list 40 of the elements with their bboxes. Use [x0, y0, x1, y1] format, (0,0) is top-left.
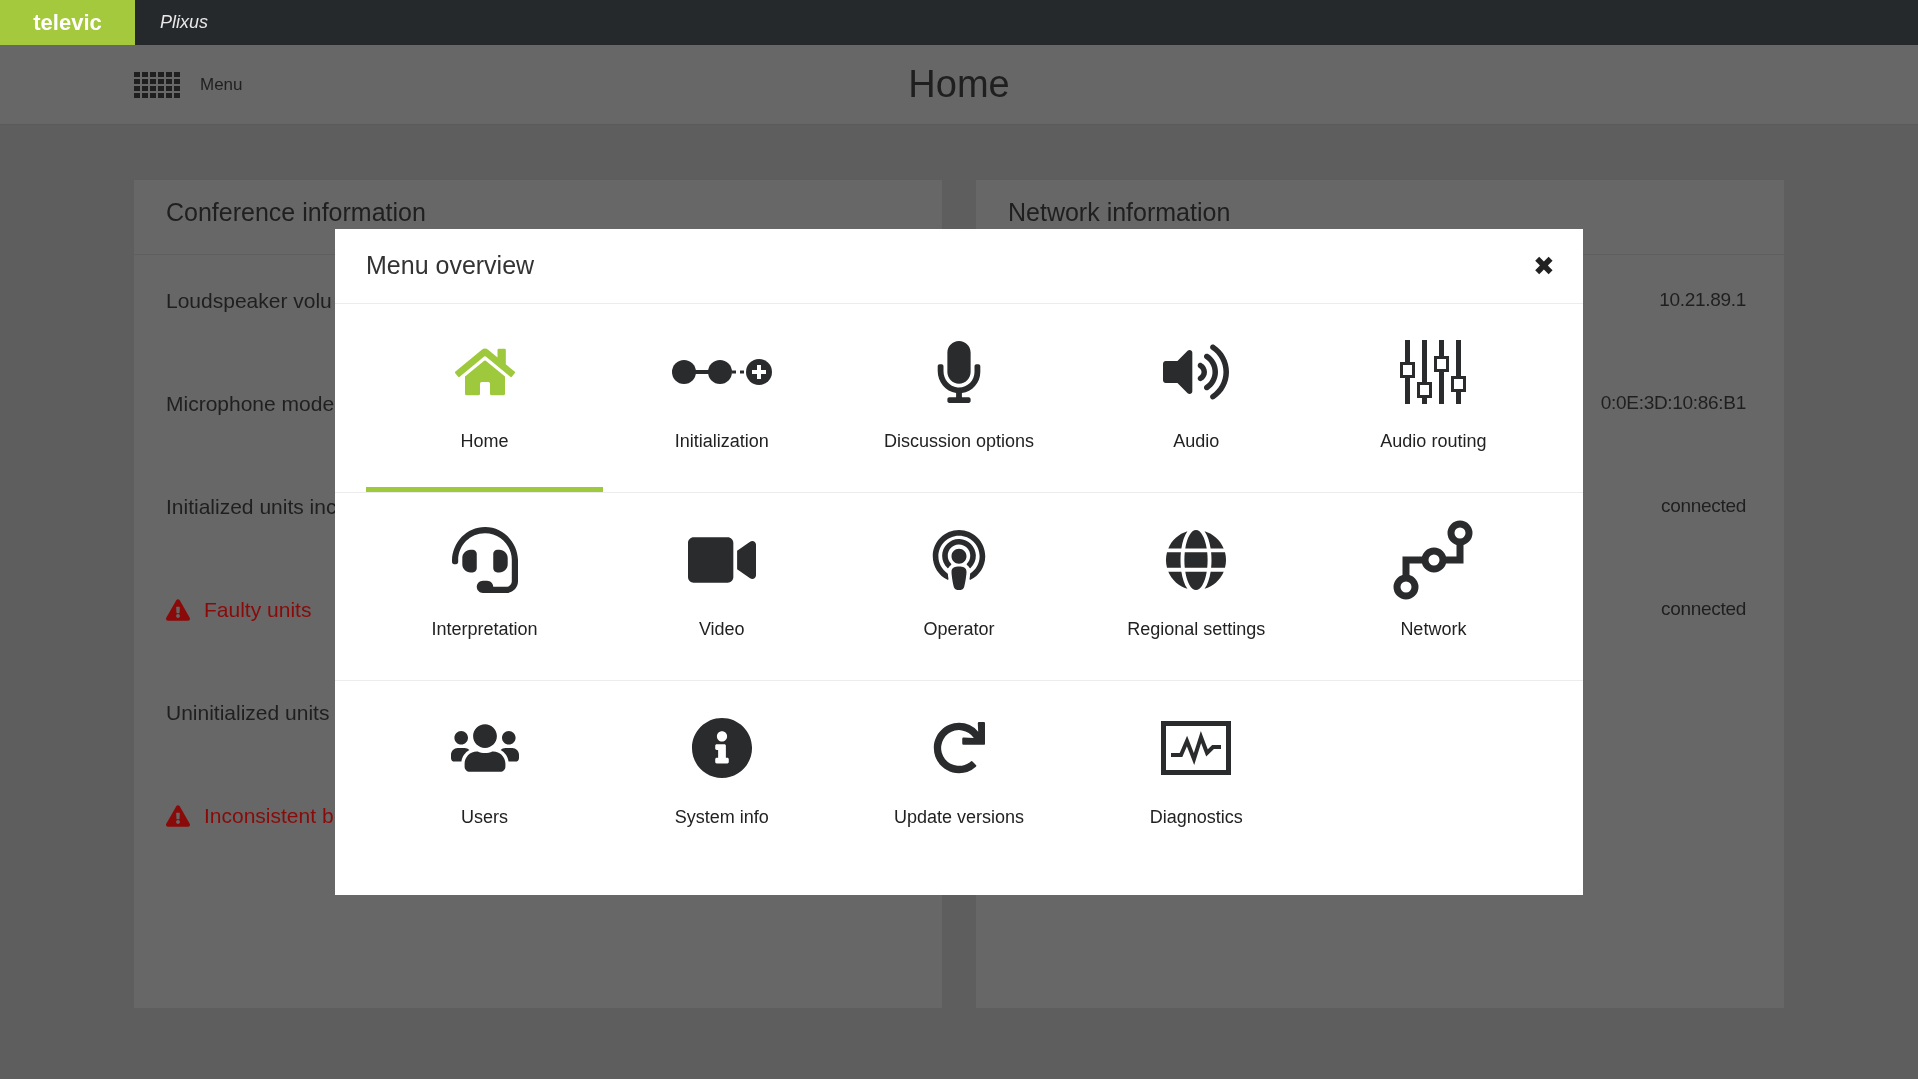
globe-icon — [1165, 529, 1228, 591]
menu-tile[interactable]: Users — [366, 680, 604, 868]
page-title: Home — [908, 62, 1010, 107]
info-value: 0:0E:3D:10:86:B1 — [1600, 391, 1746, 416]
menu-tile[interactable]: Initialization — [603, 304, 841, 492]
sliders-icon — [1399, 340, 1468, 404]
info-label: Initialized units inc — [166, 493, 337, 520]
menu-tile[interactable]: Network — [1314, 492, 1552, 680]
dialog-title: Menu overview — [366, 250, 535, 282]
network-icon — [1393, 520, 1474, 600]
menu-tile[interactable]: Diagnostics — [1077, 680, 1315, 868]
headset-icon — [451, 527, 518, 593]
info-label: Microphone mode — [166, 390, 335, 417]
info-label: Loudspeaker volu — [166, 287, 332, 314]
product-name: Plixus — [160, 11, 208, 34]
menu-tile[interactable]: Audio routing — [1314, 304, 1552, 492]
menu-tile[interactable]: Home — [366, 304, 604, 492]
menu-tile[interactable]: Video — [603, 492, 841, 680]
menu-tile[interactable]: Update versions — [840, 680, 1078, 868]
logo: televic — [0, 0, 135, 45]
refresh-icon — [933, 722, 985, 774]
info-value: 10.21.89.1 — [1659, 288, 1746, 313]
menu-tile[interactable]: Regional settings — [1077, 492, 1315, 680]
monitor-wave-icon — [1161, 721, 1232, 775]
info-value: connected — [1661, 494, 1746, 519]
info-value: connected — [1661, 597, 1746, 622]
info-label: Faulty units — [204, 596, 312, 623]
menu-tile[interactable]: Discussion options — [840, 304, 1078, 492]
menu-tile[interactable]: Operator — [840, 492, 1078, 680]
menu-tile[interactable]: System info — [603, 680, 841, 868]
initialization-icon — [669, 356, 774, 388]
close-button[interactable]: ✖ — [1533, 253, 1555, 279]
info-label: Uninitialized units — [166, 699, 330, 726]
grid-menu-icon[interactable] — [134, 71, 180, 98]
panel-title: Network information — [1008, 198, 1231, 226]
info-label: Inconsistent b — [204, 802, 334, 829]
menu-tile[interactable]: Interpretation — [366, 492, 604, 680]
menu-tile[interactable]: Audio — [1077, 304, 1315, 492]
info-icon — [690, 717, 753, 779]
panel-title: Conference information — [166, 198, 426, 226]
